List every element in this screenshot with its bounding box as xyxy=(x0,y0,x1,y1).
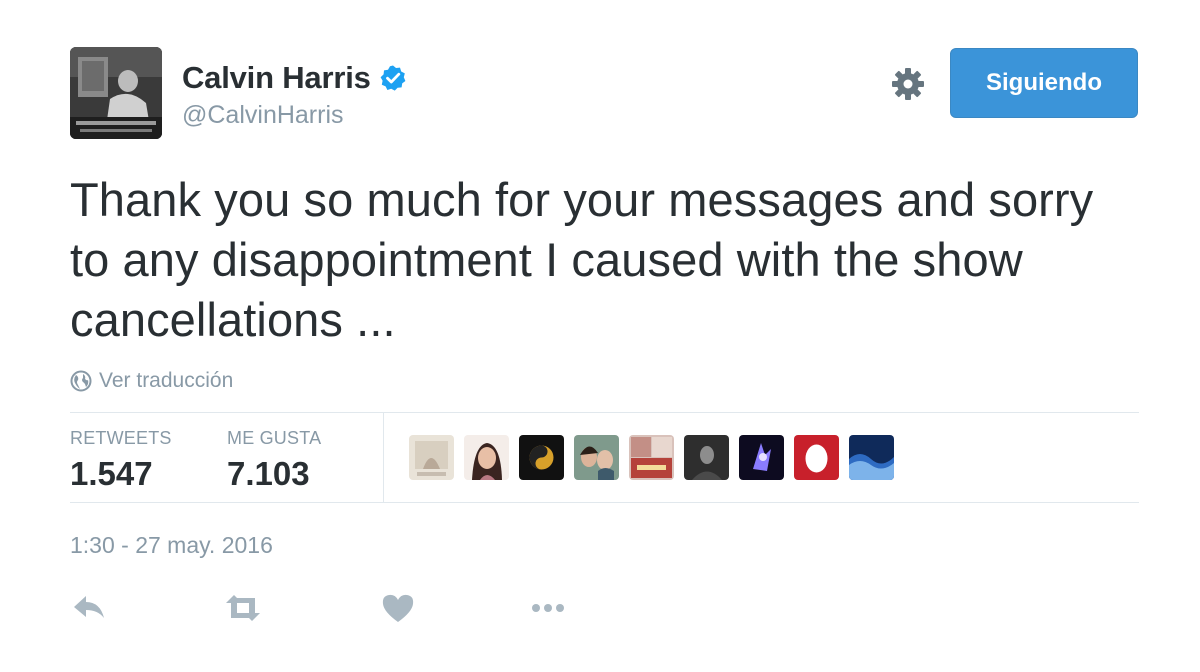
tweet-text-line: to any disappointment I caused with the … xyxy=(70,233,1023,286)
liker-avatar-8[interactable] xyxy=(794,435,839,480)
globe-icon xyxy=(70,370,92,392)
tweet-timestamp[interactable]: 1:30 - 27 may. 2016 xyxy=(70,532,273,559)
avatar-photo-icon xyxy=(70,47,162,139)
tweet-text: Thank you so much for your messages and … xyxy=(70,170,1160,350)
liker-avatar-9[interactable] xyxy=(849,435,894,480)
display-name[interactable]: Calvin Harris xyxy=(182,60,371,96)
liker-avatar-5[interactable] xyxy=(629,435,674,480)
avatar[interactable] xyxy=(70,47,162,139)
translate-link[interactable]: Ver traducción xyxy=(70,369,233,393)
liker-avatar-7[interactable] xyxy=(739,435,784,480)
tweet-text-line: Thank you so much for your messages and … xyxy=(70,173,1094,226)
likes-count: 7.103 xyxy=(227,455,310,492)
retweet-icon[interactable] xyxy=(223,590,263,626)
liker-avatars xyxy=(409,435,894,480)
heart-icon[interactable] xyxy=(378,590,418,626)
stats-divider-top xyxy=(70,412,1139,413)
reply-icon[interactable] xyxy=(70,590,110,626)
gear-icon[interactable] xyxy=(890,66,926,102)
user-name-row[interactable]: Calvin Harris xyxy=(182,60,407,96)
tweet-text-line: cancellations ... xyxy=(70,293,396,346)
retweets-count: 1.547 xyxy=(70,455,153,492)
user-handle[interactable]: @CalvinHarris xyxy=(182,101,344,130)
translate-label[interactable]: Ver traducción xyxy=(99,369,233,393)
likes-stat[interactable]: ME GUSTA 7.103 xyxy=(227,428,321,493)
retweets-label: RETWEETS xyxy=(70,428,172,448)
liker-avatar-6[interactable] xyxy=(684,435,729,480)
more-icon[interactable] xyxy=(528,590,568,626)
liker-avatar-1[interactable] xyxy=(409,435,454,480)
liker-avatar-2[interactable] xyxy=(464,435,509,480)
stats-divider-vertical xyxy=(383,412,384,502)
liker-avatar-4[interactable] xyxy=(574,435,619,480)
tweet-card: Calvin Harris @CalvinHarris Siguiendo Th… xyxy=(0,0,1200,672)
following-button[interactable]: Siguiendo xyxy=(950,48,1138,118)
stats-divider-bottom xyxy=(70,502,1139,503)
liker-avatar-3[interactable] xyxy=(519,435,564,480)
likes-label: ME GUSTA xyxy=(227,428,322,448)
retweets-stat[interactable]: RETWEETS 1.547 xyxy=(70,428,172,493)
verified-badge-icon xyxy=(379,64,407,92)
